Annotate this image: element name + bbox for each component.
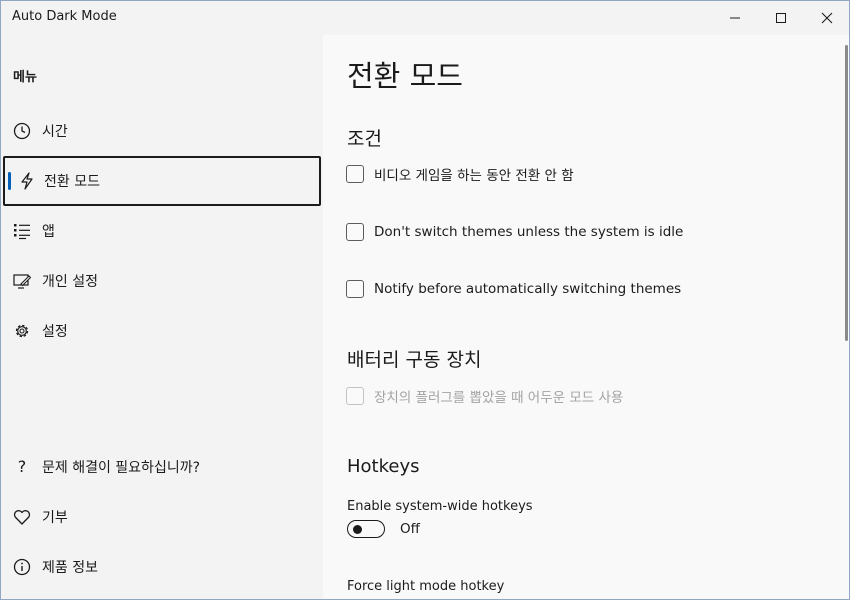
no-switch-while-gaming-option[interactable]: 비디오 게임을 하는 동안 전환 안 함 (346, 163, 574, 185)
selection-indicator (8, 172, 11, 190)
checkbox-label: Notify before automatically switching th… (374, 281, 682, 297)
checkbox[interactable] (346, 280, 364, 298)
sidebar-item-label: 기부 (42, 510, 68, 526)
gear-icon (13, 322, 31, 340)
switch-only-when-idle-option[interactable]: Don't switch themes unless the system is… (346, 221, 683, 243)
title-bar[interactable]: Auto Dark Mode (1, 1, 849, 35)
hotkeys-heading: Hotkeys (347, 456, 420, 477)
checkbox[interactable] (346, 165, 364, 183)
sidebar-item-switch-modes[interactable]: 전환 모드 (3, 156, 321, 206)
lightning-icon (18, 172, 36, 190)
maximize-icon (776, 13, 786, 23)
maximize-button[interactable] (758, 1, 804, 35)
close-button[interactable] (804, 1, 849, 35)
checkbox-label: 비디오 게임을 하는 동안 전환 안 함 (374, 168, 574, 184)
conditions-heading: 조건 (347, 128, 382, 150)
minimize-icon (730, 17, 740, 19)
list-icon (13, 222, 31, 240)
content-pane: 전환 모드 조건 비디오 게임을 하는 동안 전환 안 함 Don't swit… (323, 35, 849, 599)
app-window: Auto Dark Mode 메뉴 시간 전환 모드 앱 개인 설정 설정 ? … (0, 0, 850, 600)
sidebar-item-label: 설정 (42, 324, 68, 340)
sidebar-item-time[interactable]: 시간 (3, 107, 321, 155)
checkbox (346, 387, 364, 405)
window-title: Auto Dark Mode (12, 9, 117, 24)
page-title: 전환 모드 (347, 59, 463, 93)
sidebar-item-settings[interactable]: 설정 (3, 307, 321, 355)
toggle-knob (353, 525, 362, 534)
menu-label: 메뉴 (13, 70, 37, 85)
minimize-button[interactable] (712, 1, 758, 35)
sidebar-item-label: 전환 모드 (44, 174, 100, 190)
enable-hotkeys-toggle[interactable] (347, 520, 385, 538)
toggle-state-text: Off (400, 521, 420, 537)
checkbox-label: 장치의 플러그를 뽑았을 때 어두운 모드 사용 (374, 390, 624, 406)
vertical-scrollbar[interactable] (845, 45, 848, 341)
sidebar-item-about[interactable]: 제품 정보 (3, 543, 321, 591)
clock-icon (13, 122, 31, 140)
sidebar-item-label: 시간 (42, 124, 68, 140)
sidebar-item-help[interactable]: ? 문제 해결이 필요하십니까? (3, 443, 321, 491)
heart-icon (13, 508, 31, 526)
sidebar-item-personalization[interactable]: 개인 설정 (3, 257, 321, 305)
dark-mode-on-battery-option: 장치의 플러그를 뽑았을 때 어두운 모드 사용 (346, 385, 623, 407)
sidebar-item-apps[interactable]: 앱 (3, 207, 321, 255)
force-light-hotkey-label: Force light mode hotkey (347, 579, 505, 594)
close-icon (821, 12, 833, 24)
enable-hotkeys-label: Enable system-wide hotkeys (347, 499, 533, 514)
checkbox-label: Don't switch themes unless the system is… (374, 224, 684, 240)
question-icon: ? (17, 457, 27, 476)
notify-before-switching-option[interactable]: Notify before automatically switching th… (346, 278, 681, 300)
sidebar-item-label: 문제 해결이 필요하십니까? (42, 460, 201, 476)
checkbox[interactable] (346, 223, 364, 241)
info-icon (13, 558, 31, 576)
sidebar-item-label: 앱 (42, 224, 55, 240)
sidebar-item-label: 제품 정보 (42, 560, 98, 576)
battery-heading: 배터리 구동 장치 (347, 349, 482, 371)
sidebar-item-donate[interactable]: 기부 (3, 493, 321, 541)
personalize-icon (13, 272, 31, 290)
sidebar-item-label: 개인 설정 (42, 274, 98, 290)
